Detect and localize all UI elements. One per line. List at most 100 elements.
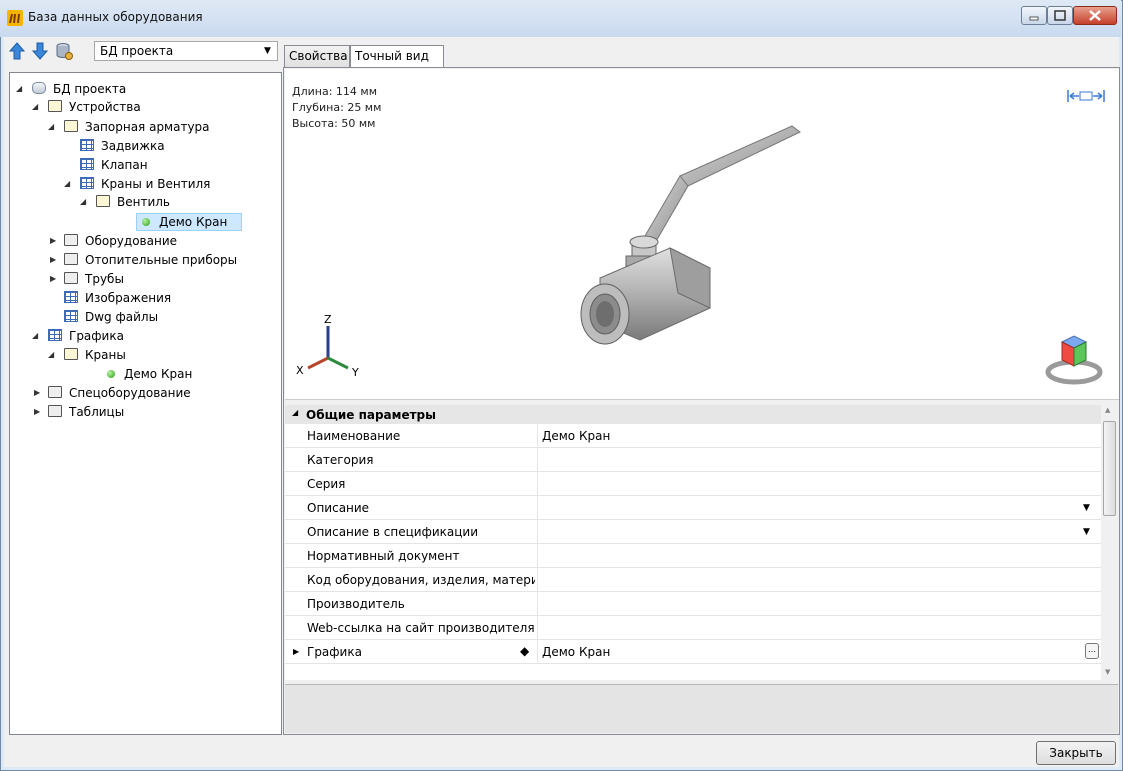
scroll-down-icon[interactable]: ▼ (1105, 668, 1110, 676)
folder-open-icon (64, 120, 78, 132)
table-icon (64, 310, 78, 322)
minimize-icon (1029, 16, 1039, 21)
diamond-icon: ◆ (520, 644, 530, 658)
ball-valve-3d-model (560, 118, 820, 366)
prop-row-graphics[interactable]: ▶ Графика ◆ Демо Кран … (285, 640, 1101, 664)
tree-item-label: Демо Кран (159, 215, 228, 229)
prop-value[interactable]: Демо Кран (542, 645, 610, 659)
property-description-area (285, 684, 1118, 733)
prop-name: Наименование (307, 429, 401, 443)
database-select-value: БД проекта (100, 44, 174, 58)
tree-item-label: Спецоборудование (69, 386, 191, 400)
expand-icon: ▶ (34, 388, 41, 397)
collapse-icon: ◢ (64, 179, 71, 188)
database-tree[interactable]: ◢ БД проекта ◢ Устройства ◢ Запорная арм… (9, 72, 282, 735)
folder-icon (48, 386, 62, 398)
prop-name: Нормативный документ (307, 549, 460, 563)
dimension-height: Высота: 50 мм (292, 117, 376, 130)
fit-width-icon[interactable] (1066, 86, 1106, 109)
prop-name: Описание в спецификации (307, 525, 478, 539)
prop-name: Серия (307, 477, 346, 491)
tree-item-label: БД проекта (53, 82, 127, 96)
move-down-button[interactable] (31, 42, 49, 63)
prop-row-series[interactable]: Серия (285, 472, 1101, 496)
tree-item-label: Отопительные приборы (85, 253, 238, 267)
folder-open-icon (64, 348, 78, 360)
prop-row-name[interactable]: Наименование Демо Кран (285, 424, 1101, 448)
tree-item-label: Краны и Вентиля (101, 177, 211, 191)
chevron-down-icon: ▼ (264, 46, 271, 56)
prop-name: Web-ссылка на сайт производителя (307, 621, 535, 635)
view-cube-icon[interactable] (1040, 330, 1106, 391)
prop-row-equipment-code[interactable]: Код оборудования, изделия, матери... (285, 568, 1101, 592)
prop-row-web-link[interactable]: Web-ссылка на сайт производителя (285, 616, 1101, 640)
tree-item-label: Dwg файлы (85, 310, 159, 324)
axis-y-label: Y (352, 366, 359, 379)
folder-open-icon (48, 100, 62, 112)
tree-item-label: Таблицы (69, 405, 125, 419)
prop-row-spec-description[interactable]: Описание в спецификации ▼ (285, 520, 1101, 544)
chevron-down-icon[interactable]: ▼ (1083, 527, 1090, 537)
dimension-depth: Глубина: 25 мм (292, 101, 382, 114)
database-settings-button[interactable] (55, 42, 73, 63)
prop-row-category[interactable]: Категория (285, 448, 1101, 472)
green-dot-icon (142, 218, 150, 226)
folder-icon (64, 234, 78, 246)
collapse-icon: ◢ (80, 197, 87, 206)
maximize-icon (1054, 10, 1066, 21)
folder-icon (64, 272, 78, 284)
table-icon (80, 139, 94, 151)
expand-icon: ▶ (50, 236, 57, 245)
axis-x-label: X (296, 364, 304, 377)
table-icon (80, 158, 94, 170)
tree-item-label: Графика (69, 329, 124, 343)
minimize-button[interactable] (1021, 6, 1047, 25)
collapse-icon: ◢ (16, 84, 23, 93)
prop-row-normative-doc[interactable]: Нормативный документ (285, 544, 1101, 568)
prop-row-description[interactable]: Описание ▼ (285, 496, 1101, 520)
section-general-params[interactable]: ◢ Общие параметры (285, 405, 1101, 424)
collapse-icon: ◢ (292, 408, 299, 417)
scroll-up-icon[interactable]: ▲ (1105, 406, 1110, 414)
prop-name: Описание (307, 501, 370, 515)
chevron-down-icon[interactable]: ▼ (1083, 503, 1090, 513)
section-title: Общие параметры (306, 408, 436, 422)
table-icon (64, 291, 78, 303)
tab-properties[interactable]: Свойства (284, 45, 350, 67)
table-icon (48, 329, 62, 341)
expand-icon[interactable]: ▶ (293, 647, 299, 656)
close-window-button[interactable] (1073, 6, 1117, 25)
prop-name: Графика (307, 645, 362, 659)
tree-item-label: Демо Кран (124, 367, 193, 381)
arrow-down-icon (31, 42, 49, 60)
close-icon (1089, 10, 1101, 21)
tree-item-label: Краны (85, 348, 126, 362)
tree-item-label: Клапан (101, 158, 148, 172)
ellipsis-button[interactable]: … (1085, 643, 1099, 659)
prop-row-manufacturer[interactable]: Производитель (285, 592, 1101, 616)
folder-icon (64, 253, 78, 265)
expand-icon: ▶ (50, 274, 57, 283)
maximize-button[interactable] (1047, 6, 1073, 25)
database-icon (56, 43, 73, 60)
tree-item-demo-tap-selected[interactable]: Демо Кран (136, 213, 242, 231)
axis-z-label: Z (324, 313, 332, 326)
tree-item-label: Задвижка (101, 139, 165, 153)
prop-name: Производитель (307, 597, 405, 611)
arrow-up-icon (8, 42, 26, 60)
move-up-button[interactable] (8, 42, 26, 63)
prop-name: Код оборудования, изделия, матери... (307, 573, 535, 587)
dimension-length: Длина: 114 мм (292, 85, 377, 98)
collapse-icon: ◢ (32, 102, 39, 111)
database-icon (32, 82, 46, 94)
scrollbar-thumb[interactable] (1103, 421, 1116, 516)
close-button[interactable]: Закрыть (1036, 741, 1116, 765)
folder-icon (48, 405, 62, 417)
tab-exact-view[interactable]: Точный вид (350, 45, 444, 67)
collapse-icon: ◢ (48, 350, 55, 359)
tree-item-label: Оборудование (85, 234, 177, 248)
window-title: База данных оборудования (28, 10, 203, 24)
expand-icon: ▶ (50, 255, 57, 264)
prop-value[interactable]: Демо Кран (542, 429, 610, 443)
green-dot-icon (107, 370, 115, 378)
